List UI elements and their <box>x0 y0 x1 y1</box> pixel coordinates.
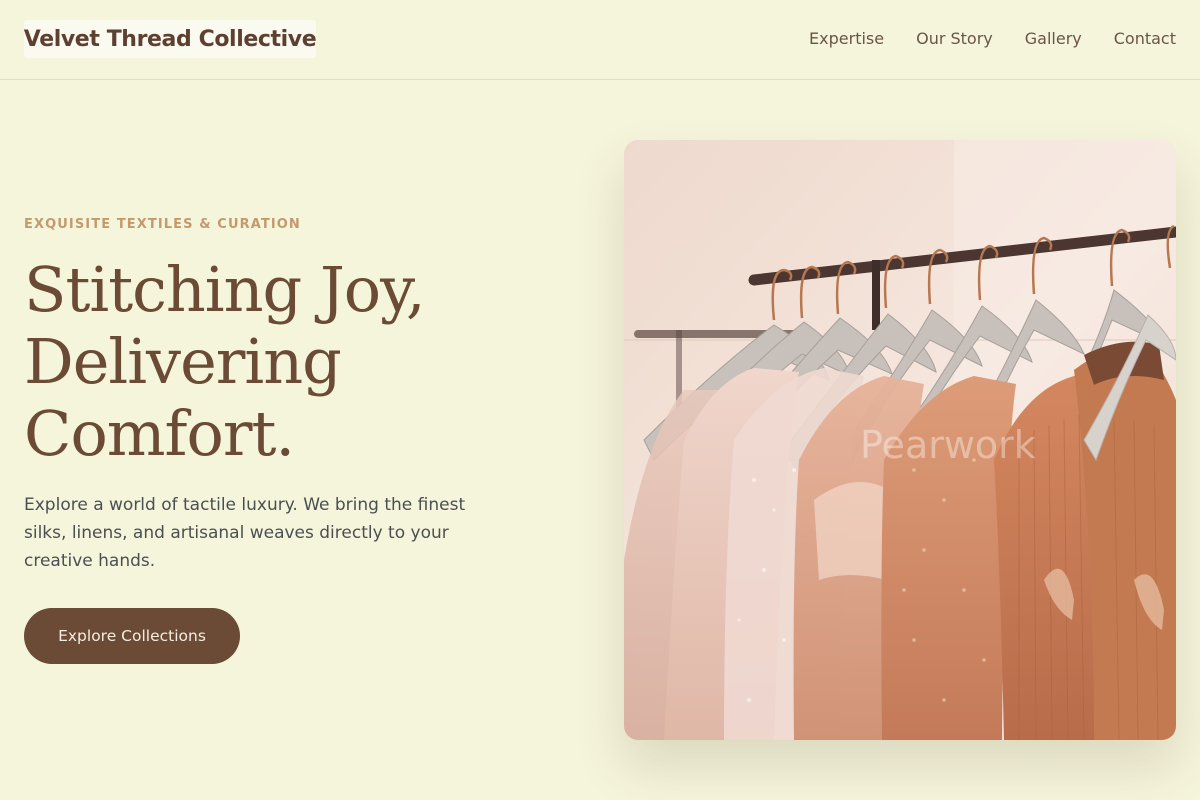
nav-link-our-story[interactable]: Our Story <box>916 29 993 48</box>
site-logo[interactable]: Velvet Thread Collective <box>24 20 317 58</box>
headline-line: Comfort. <box>24 397 295 470</box>
hero-lead-text: Explore a world of tactile luxury. We br… <box>24 495 466 571</box>
hero-image-clothing-rack: Pearwork <box>624 140 1176 740</box>
explore-collections-button[interactable]: Explore Collections <box>24 608 240 664</box>
image-watermark: Pearwork <box>860 423 1036 467</box>
nav-link-gallery[interactable]: Gallery <box>1025 29 1082 48</box>
main-nav: Expertise Our Story Gallery Contact <box>809 29 1176 48</box>
hero-headline: Stitching Joy, Delivering Comfort. <box>24 254 584 470</box>
headline-line: Delivering <box>24 325 342 398</box>
site-header: Velvet Thread Collective Expertise Our S… <box>0 0 1200 80</box>
nav-link-contact[interactable]: Contact <box>1114 29 1176 48</box>
headline-line: Stitching Joy, <box>24 253 426 326</box>
hero-eyebrow: EXQUISITE TEXTILES & CURATION <box>24 217 301 232</box>
nav-link-expertise[interactable]: Expertise <box>809 29 884 48</box>
